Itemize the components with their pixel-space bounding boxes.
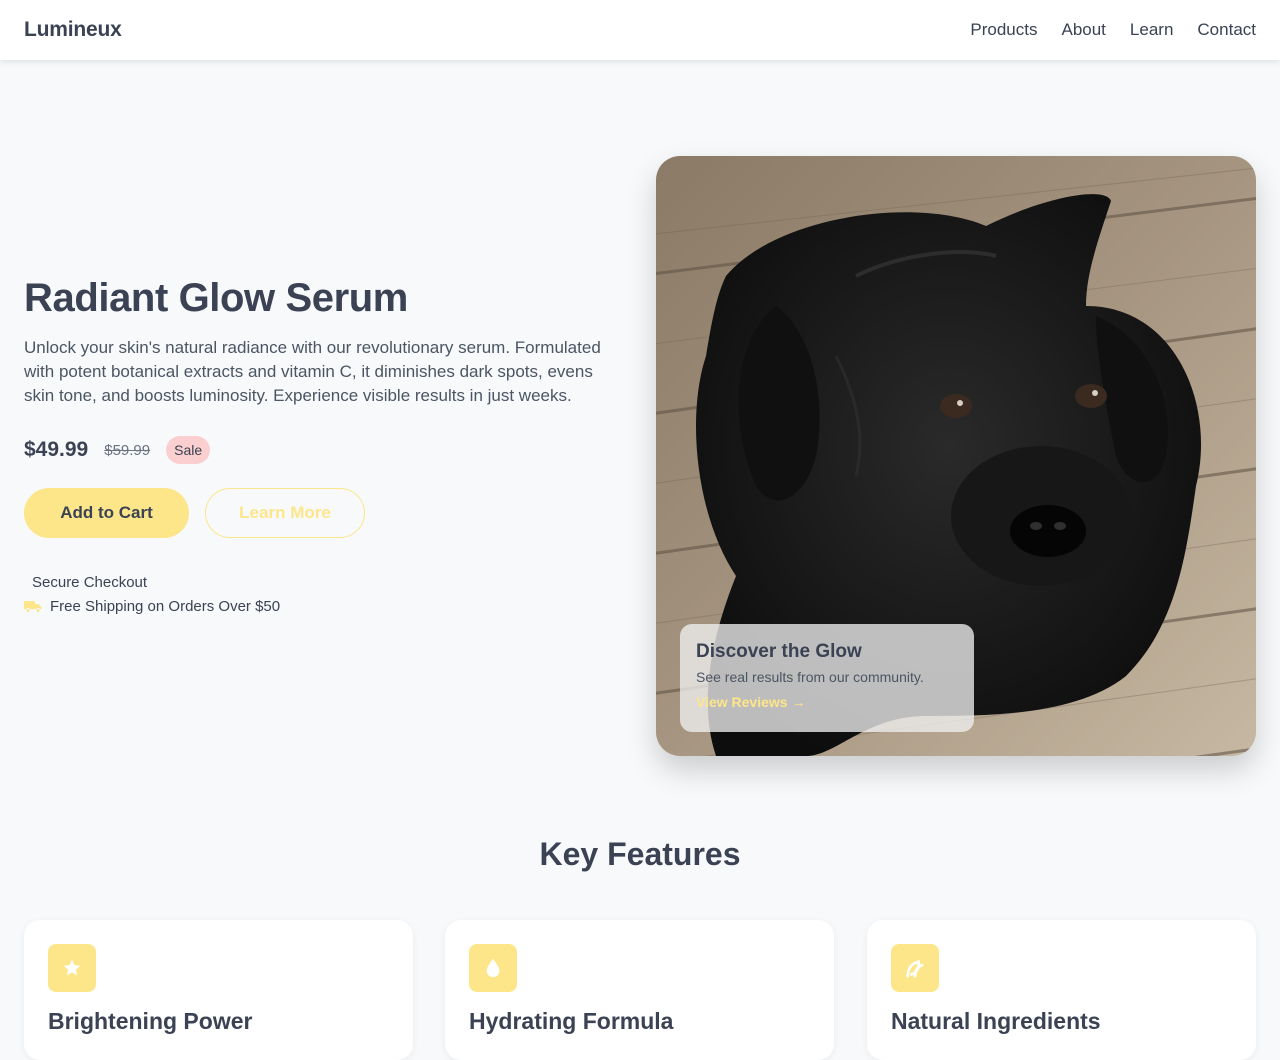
nav-link-about[interactable]: About xyxy=(1061,20,1105,40)
perk-label: Free Shipping on Orders Over $50 xyxy=(50,597,281,615)
perks-list: Secure Checkout Free Shipping on Orders … xyxy=(24,570,624,618)
droplet-icon xyxy=(469,944,517,992)
add-to-cart-button[interactable]: Add to Cart xyxy=(24,488,189,538)
sale-badge: Sale xyxy=(166,436,211,464)
feature-title: Natural Ingredients xyxy=(891,1008,1101,1034)
view-reviews-link[interactable]: View Reviews → xyxy=(696,694,805,710)
brand-logo[interactable]: Lumineux xyxy=(24,18,122,42)
feature-title: Brightening Power xyxy=(48,1008,253,1034)
product-description: Unlock your skin's natural radiance with… xyxy=(24,338,601,405)
perk-label: Secure Checkout xyxy=(32,573,148,591)
perk-free-shipping: Free Shipping on Orders Over $50 xyxy=(24,594,624,618)
truck-icon xyxy=(24,601,42,613)
top-navigation: Lumineux Products About Learn Contact xyxy=(0,0,1280,60)
hero-content: Radiant Glow Serum Unlock your skin's na… xyxy=(24,274,624,618)
feature-card-brightening: Brightening Power xyxy=(24,920,413,1060)
overlay-text: See real results from our community. xyxy=(696,669,924,685)
nav-link-products[interactable]: Products xyxy=(970,20,1037,40)
overlay-title: Discover the Glow xyxy=(696,641,862,662)
price-row: $49.99 $59.99 Sale xyxy=(24,436,624,464)
product-title: Radiant Glow Serum xyxy=(24,276,408,320)
nav-link-learn[interactable]: Learn xyxy=(1130,20,1173,40)
cta-buttons: Add to Cart Learn More xyxy=(24,488,624,538)
feature-title: Hydrating Formula xyxy=(469,1008,674,1034)
hero-image: Discover the Glow See real results from … xyxy=(656,156,1256,756)
feature-card-hydrating: Hydrating Formula xyxy=(445,920,834,1060)
leaf-icon xyxy=(891,944,939,992)
image-overlay-card: Discover the Glow See real results from … xyxy=(680,624,974,732)
original-price: $59.99 xyxy=(104,441,151,459)
nav-links: Products About Learn Contact xyxy=(970,20,1256,40)
star-icon xyxy=(48,944,96,992)
perk-secure-checkout: Secure Checkout xyxy=(24,570,624,594)
nav-link-contact[interactable]: Contact xyxy=(1197,20,1256,40)
learn-more-button[interactable]: Learn More xyxy=(205,488,365,538)
features-heading: Key Features xyxy=(539,836,741,872)
current-price: $49.99 xyxy=(24,438,89,461)
feature-card-natural: Natural Ingredients xyxy=(867,920,1256,1060)
